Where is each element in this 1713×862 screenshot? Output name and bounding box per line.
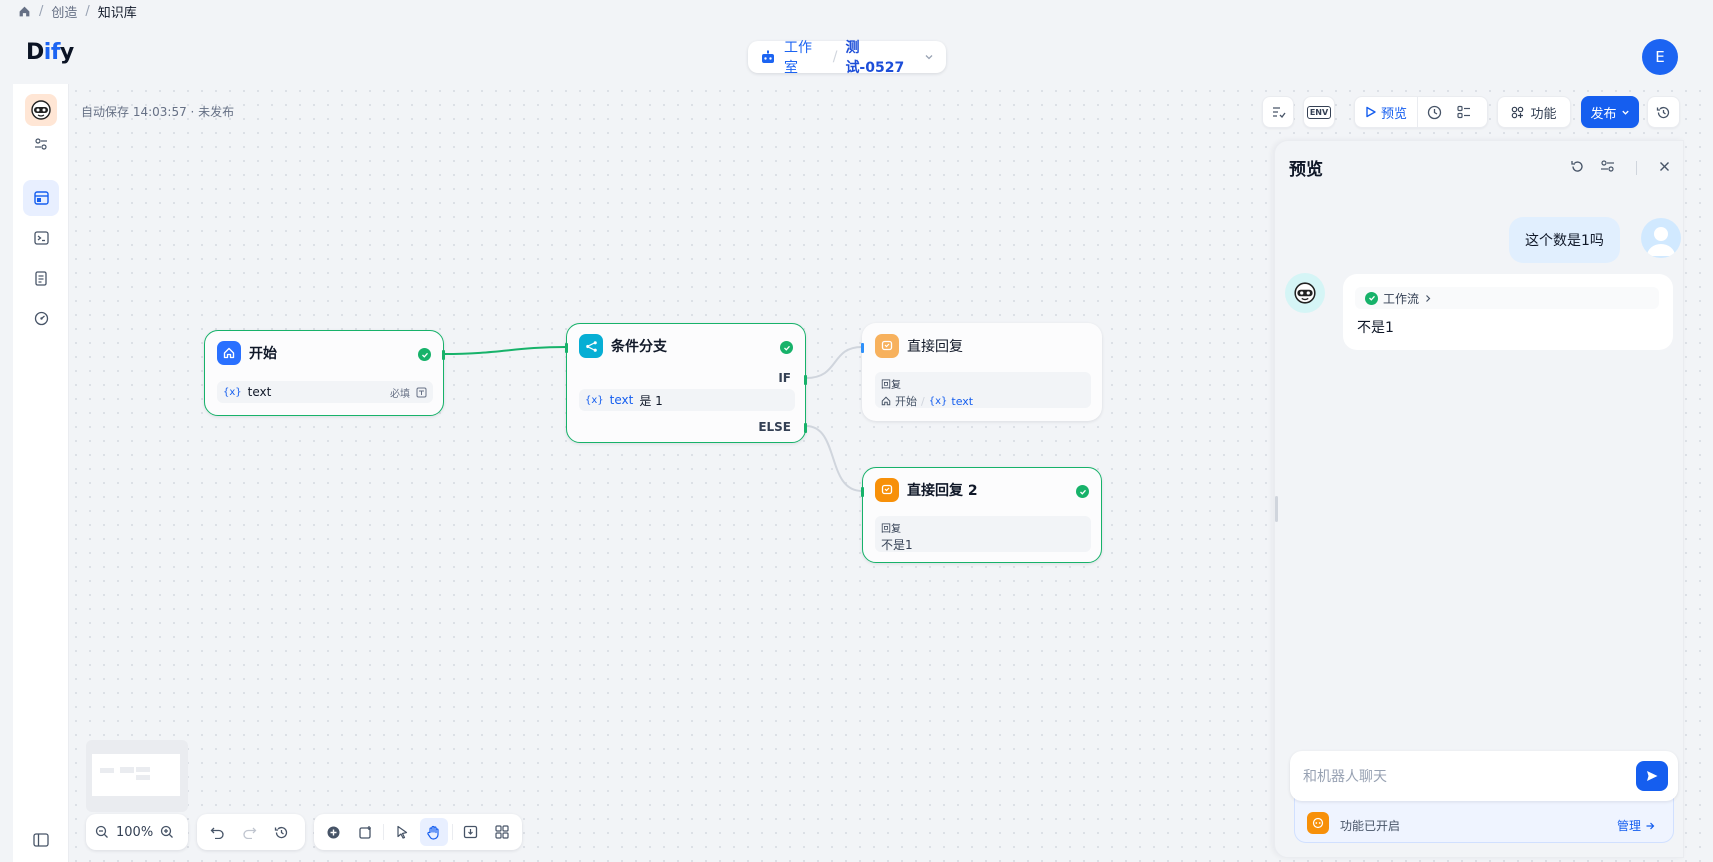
hand-icon[interactable]: [420, 818, 448, 846]
export-image-icon[interactable]: [457, 818, 485, 846]
send-button[interactable]: [1636, 761, 1668, 791]
pointer-icon[interactable]: [388, 818, 416, 846]
bot-avatar-icon: [1285, 273, 1325, 313]
panel-resize-handle[interactable]: [1275, 496, 1278, 522]
input-handle[interactable]: [565, 343, 568, 353]
output-handle[interactable]: [442, 350, 445, 360]
start-node[interactable]: 开始 {x} text 必填: [204, 330, 445, 416]
success-check-icon: [1365, 291, 1378, 305]
add-node-icon[interactable]: [320, 818, 348, 846]
answer-node[interactable]: 直接回复 回复 开始 / {x} text: [861, 323, 1102, 421]
node-title: 直接回复: [907, 339, 963, 355]
minimap-node: [136, 767, 150, 772]
success-check-icon: [418, 348, 431, 361]
variable-icon: {x}: [585, 394, 604, 406]
canvas-tools: [314, 814, 522, 850]
minimap[interactable]: [86, 740, 188, 812]
branch-icon: [579, 334, 603, 358]
history-icon[interactable]: [267, 818, 295, 846]
ref-node: 开始: [895, 395, 917, 408]
edge-else-answer2: [805, 425, 863, 492]
input-handle[interactable]: [861, 487, 864, 497]
panel-divider: [1636, 161, 1637, 175]
answer-label: 回复: [881, 524, 901, 535]
input-handle[interactable]: [861, 343, 864, 353]
zoom-controls: 100%: [86, 814, 188, 850]
else-label: ELSE: [758, 420, 791, 434]
edge-if-answer1: [805, 346, 863, 379]
else-output-handle[interactable]: [804, 423, 807, 433]
zoom-in-icon[interactable]: [157, 818, 177, 846]
workflow-process-chip[interactable]: 工作流: [1355, 287, 1659, 309]
ref-separator: /: [921, 394, 925, 408]
minimap-node: [100, 768, 114, 773]
history-controls: [197, 814, 305, 850]
manage-link[interactable]: 管理: [1617, 817, 1655, 834]
answer-label: 回复: [881, 380, 901, 391]
undo-icon[interactable]: [203, 818, 231, 846]
minimap-node: [120, 767, 134, 773]
success-check-icon: [780, 341, 793, 354]
send-icon: [1647, 771, 1658, 781]
edge-start-ifelse: [443, 346, 567, 355]
if-output-handle[interactable]: [804, 375, 807, 385]
bot-message: 工作流 不是1: [1343, 274, 1673, 350]
bot-reply-text: 不是1: [1357, 320, 1394, 336]
variables-sliders-icon[interactable]: [1600, 159, 1615, 173]
answer-node-2[interactable]: 直接回复 2 回复 不是1: [861, 467, 1102, 563]
minimap-node: [136, 775, 150, 780]
variable-name: text: [247, 385, 272, 399]
answer-content[interactable]: 回复 开始 / {x} text: [875, 372, 1091, 408]
chat-input-placeholder: 和机器人聊天: [1303, 769, 1387, 785]
if-label: IF: [778, 371, 791, 385]
user-avatar-icon: [1641, 218, 1681, 258]
zoom-level[interactable]: 100%: [116, 825, 153, 840]
close-icon[interactable]: [1659, 161, 1670, 172]
ref-variable: text: [951, 394, 974, 408]
node-title: 直接回复 2: [907, 483, 978, 499]
variable-icon: {x}: [928, 395, 948, 407]
features-icon: [1307, 812, 1329, 834]
answer-content[interactable]: 回复 不是1: [875, 516, 1091, 552]
condition-variable: text: [609, 393, 634, 407]
redo-icon[interactable]: [235, 818, 263, 846]
condition-row[interactable]: {x} text 是 1: [579, 389, 795, 411]
home-icon: [881, 396, 891, 406]
chevron-right-icon: [1426, 294, 1431, 302]
restart-icon[interactable]: [1570, 159, 1585, 174]
node-title: 开始: [249, 346, 277, 362]
features-enabled-text: 功能已开启: [1340, 819, 1401, 833]
required-tag: 必填: [390, 388, 410, 400]
add-note-icon[interactable]: [352, 818, 380, 846]
text-input-icon: [416, 387, 427, 397]
tool-divider: [451, 824, 453, 840]
node-title: 条件分支: [611, 339, 667, 355]
tool-divider: [383, 824, 385, 840]
features-bar: 功能已开启 管理: [1294, 796, 1674, 843]
success-check-icon: [1076, 485, 1089, 498]
home-icon: [217, 341, 241, 365]
chat-input-box[interactable]: 和机器人聊天: [1290, 751, 1678, 801]
start-variable-row[interactable]: {x} text 必填: [217, 381, 433, 403]
variable-icon: {x}: [223, 386, 242, 398]
answer-text: 不是1: [881, 538, 913, 552]
organize-blocks-icon[interactable]: [488, 818, 516, 846]
zoom-out-icon[interactable]: [92, 818, 112, 846]
arrow-right-icon: [1646, 822, 1655, 829]
user-message: 这个数是1吗: [1509, 217, 1620, 263]
workflow-chip-label: 工作流: [1383, 291, 1420, 306]
ifelse-node[interactable]: 条件分支 IF {x} text 是 1 ELSE: [565, 323, 807, 443]
reply-icon: [875, 334, 899, 358]
condition-operator: 是 1: [639, 393, 663, 408]
preview-title: 预览: [1289, 160, 1323, 180]
reply-icon: [875, 478, 899, 502]
